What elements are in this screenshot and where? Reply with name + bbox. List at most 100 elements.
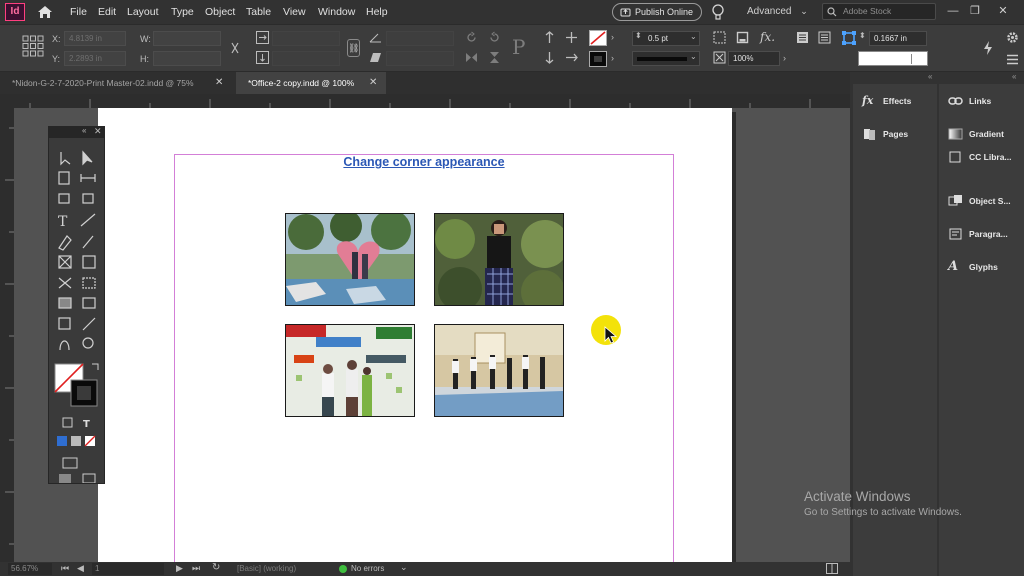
text-wrap-bbox-icon[interactable] [818,31,831,44]
close-icon[interactable]: ✕ [996,4,1010,18]
last-page-icon[interactable]: ⏭ [192,563,200,574]
collapse-dock-icon[interactable]: « [928,72,932,81]
vertical-ruler[interactable] [0,108,14,562]
scale-x-field[interactable] [272,31,340,46]
line-tool[interactable] [79,211,96,227]
screen-mode-button[interactable] [59,457,76,473]
selection-tool[interactable] [55,149,72,165]
h-field[interactable] [153,51,221,66]
corner-shape-select[interactable] [858,51,928,66]
opacity-menu-arrow-icon[interactable]: › [783,53,786,63]
close-icon[interactable]: ✕ [369,77,377,88]
select-content-icon[interactable] [565,31,578,44]
type-tool[interactable] [55,211,72,227]
quick-apply-icon[interactable] [982,41,994,55]
corner-options-icon[interactable] [842,31,856,45]
select-previous-icon[interactable] [543,51,556,64]
rectangle-tool[interactable] [79,253,96,269]
flip-horizontal-icon[interactable] [465,51,478,64]
menu-help[interactable]: Help [366,6,388,18]
chevron-down-icon[interactable]: ⌄ [690,32,697,41]
menu-file[interactable]: File [70,6,87,18]
restore-icon[interactable]: ❐ [968,4,982,18]
stroke-menu-arrow-icon[interactable]: › [611,53,614,63]
fit-frame-icon[interactable] [736,31,749,44]
scale-percent-icon[interactable] [713,51,726,64]
collapse-icon[interactable]: « [82,126,86,135]
pencil-tool[interactable] [79,233,96,249]
page-number-field[interactable]: 1 [92,563,164,575]
gap-tool[interactable] [79,171,96,187]
menu-layout[interactable]: Layout [127,6,159,18]
photo-heart-garden[interactable] [285,213,415,306]
select-container-icon[interactable] [543,31,556,44]
photo-hall-group[interactable] [434,324,564,417]
hamburger-menu-icon[interactable] [1006,53,1019,66]
panel-links[interactable]: Links [939,89,1024,113]
gradient-swatch-tool[interactable] [55,295,72,311]
collapse-dock-icon[interactable]: « [1012,72,1016,81]
scale-y-field[interactable] [272,51,340,66]
constrain-proportions-icon[interactable] [229,41,241,55]
reference-point-icon[interactable] [22,35,44,57]
menu-window[interactable]: Window [318,6,355,18]
note-tool[interactable] [55,315,72,331]
stepper-icon[interactable]: ⬍ [859,31,866,40]
free-transform-tool[interactable] [79,275,96,291]
hand-tool[interactable] [55,337,72,353]
tab-nidon-print-master[interactable]: *Nidon-G-2-7-2020-Print Master-02.indd @… [0,72,236,94]
zoom-tool[interactable] [79,337,96,353]
y-field[interactable]: 2.2893 in [64,51,126,66]
rotate-cw-icon[interactable] [465,31,478,44]
gear-icon[interactable] [1006,31,1019,44]
fx-icon[interactable]: fx. [760,30,775,44]
select-next-icon[interactable] [565,51,578,64]
panel-paragraph-styles[interactable]: Paragra... [939,222,1024,246]
workspace-switcher[interactable]: Advanced ⌄ [747,6,808,17]
rectangle-frame-tool[interactable] [55,253,72,269]
eyedropper-tool[interactable] [79,315,96,331]
first-page-icon[interactable]: ⏮ [61,563,69,574]
text-wrap-none-icon[interactable] [796,31,809,44]
previous-page-icon[interactable]: ◀ [77,563,84,574]
zoom-level-field[interactable]: 56.67% [8,563,52,575]
photo-person-plants[interactable] [434,213,564,306]
paragraph-icon[interactable]: P [512,35,525,59]
apply-color-buttons[interactable] [55,433,101,447]
menu-type[interactable]: Type [171,6,194,18]
close-icon[interactable]: ✕ [94,126,102,137]
frame-fitting-icon[interactable] [713,31,726,44]
stroke-swatch[interactable] [71,380,97,406]
fill-swatch-none[interactable] [589,30,607,46]
content-collector-tool[interactable] [55,191,72,207]
stepper-icon[interactable]: ⬍ [635,31,642,40]
publish-online-button[interactable]: Publish Online [612,3,702,21]
panel-object-styles[interactable]: Object S... [939,189,1024,213]
x-field[interactable]: 4.8139 in [64,31,126,46]
chevron-down-icon[interactable]: ⌄ [400,562,408,573]
fill-menu-arrow-icon[interactable]: › [611,32,614,42]
menu-edit[interactable]: Edit [98,6,116,18]
flip-vertical-icon[interactable] [488,51,501,64]
page-tool[interactable] [55,171,72,187]
stroke-type-select[interactable]: ⌄ [632,51,700,66]
photo-barcamp-banner[interactable] [285,324,415,417]
tools-panel-header[interactable]: « ✕ [49,126,104,138]
stroke-swatch[interactable] [589,51,607,67]
split-view-icon[interactable] [826,563,838,574]
link-scale-icon[interactable]: ⛓ [347,39,360,57]
pen-tool[interactable] [55,233,72,249]
panel-glyphs[interactable]: A Glyphs [939,255,1024,279]
panel-pages[interactable]: Pages [853,122,937,146]
menu-view[interactable]: View [283,6,306,18]
panel-cc-libraries[interactable]: CC Libra... [939,145,1024,169]
w-field[interactable] [153,31,221,46]
home-icon[interactable] [37,4,53,20]
content-placer-tool[interactable] [79,191,96,207]
horizontal-ruler[interactable] [0,94,850,108]
direct-selection-tool[interactable] [79,149,96,165]
scale-x-icon[interactable] [256,31,269,44]
panel-effects[interactable]: fx Effects [853,89,937,113]
menu-table[interactable]: Table [246,6,271,18]
preflight-profile[interactable]: [Basic] (working) [237,564,296,573]
